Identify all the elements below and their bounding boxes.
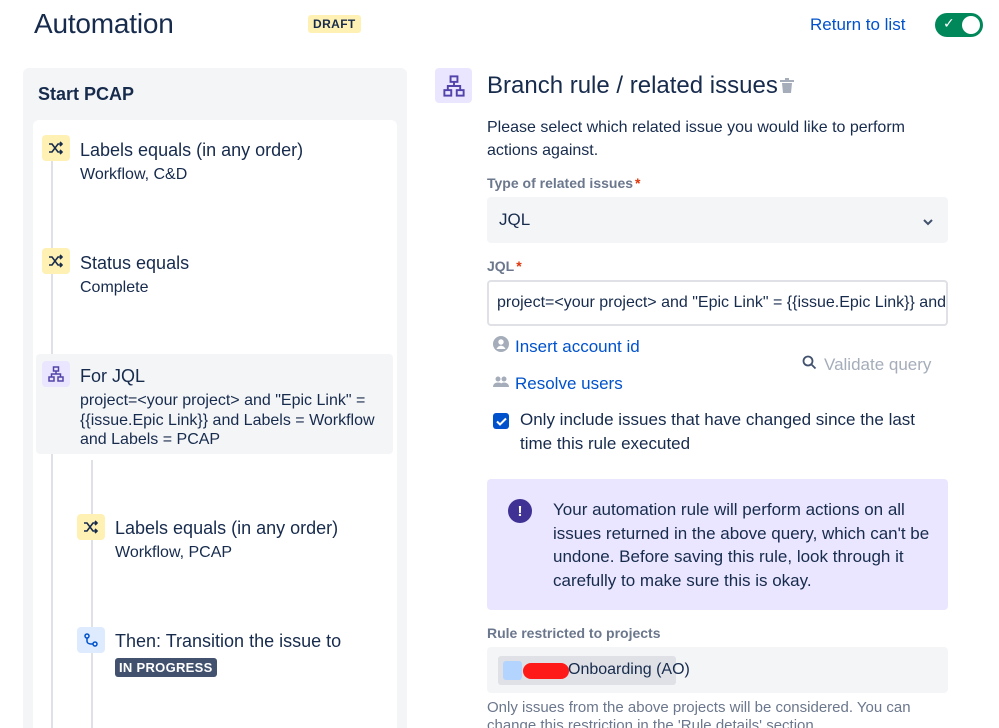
trash-icon[interactable] [780, 78, 794, 99]
rule-name[interactable]: Start PCAP [38, 84, 134, 105]
restricted-projects-label: Rule restricted to projects [487, 625, 661, 641]
select-value: JQL [499, 210, 531, 229]
step-subtitle: Workflow, PCAP [115, 544, 233, 561]
exclamation-icon: ! [508, 499, 532, 523]
branch-icon [435, 68, 472, 103]
detail-description: Please select which related issue you wo… [487, 119, 905, 159]
check-icon: ✓ [943, 15, 955, 31]
shuffle-icon [42, 135, 70, 161]
only-changed-label[interactable]: Only include issues that have changed si… [520, 408, 940, 455]
only-changed-checkbox[interactable] [493, 413, 509, 429]
insert-account-id-label: Insert account id [515, 336, 640, 356]
step-subtitle: Workflow, C&D [80, 166, 188, 183]
validate-query-button[interactable]: Validate query [802, 355, 931, 375]
jql-value: project=<your project> and "Epic Link" =… [497, 294, 946, 311]
resolve-users-link[interactable]: Resolve users [493, 374, 623, 394]
transition-icon [77, 627, 105, 653]
step-title: For JQL [80, 366, 146, 386]
type-field-label: Type of related issues * [487, 175, 641, 191]
step-subtitle: Complete [80, 279, 149, 296]
step-title: Then: Transition the issue to [115, 631, 342, 651]
branch-icon [42, 361, 70, 387]
jql-field-label: JQL * [487, 258, 522, 274]
step-title: Labels equals (in any order) [80, 140, 304, 160]
project-chip: Onboarding (AO) [498, 656, 690, 685]
status-lozenge: IN PROGRESS [115, 658, 217, 677]
rule-enabled-toggle[interactable]: ✓ [935, 13, 983, 37]
info-warning-box: ! Your automation rule will perform acti… [487, 479, 948, 610]
step-title: Labels equals (in any order) [115, 518, 339, 538]
info-text: Your automation rule will perform action… [553, 500, 930, 590]
return-to-list-link[interactable]: Return to list [810, 15, 905, 35]
draft-badge: DRAFT [308, 15, 361, 33]
user-icon [493, 336, 509, 357]
page-title: Automation [34, 8, 174, 39]
validate-query-label: Validate query [824, 355, 932, 374]
redaction-mark [523, 663, 569, 679]
restricted-projects-field: Onboarding (AO) [487, 647, 948, 693]
people-icon [493, 375, 509, 394]
project-avatar [503, 661, 522, 680]
project-name: Onboarding (AO) [568, 661, 690, 678]
shuffle-icon [77, 514, 105, 540]
detail-title: Branch rule / related issues [487, 72, 778, 99]
toggle-knob [962, 16, 980, 34]
step-subtitle: project=<your project> and "Epic Link" =… [80, 392, 375, 448]
projects-footnote: Only issues from the above projects will… [487, 699, 911, 728]
step-title: Status equals [80, 253, 190, 273]
nested-flow-line [91, 460, 93, 728]
related-issues-type-select[interactable]: JQL [487, 197, 948, 243]
shuffle-icon [42, 248, 70, 274]
jql-input[interactable]: project=<your project> and "Epic Link" =… [487, 280, 948, 326]
resolve-users-label: Resolve users [515, 374, 623, 393]
insert-account-id-link[interactable]: Insert account id [493, 336, 640, 357]
search-icon [802, 355, 817, 375]
chevron-down-icon [922, 213, 934, 231]
